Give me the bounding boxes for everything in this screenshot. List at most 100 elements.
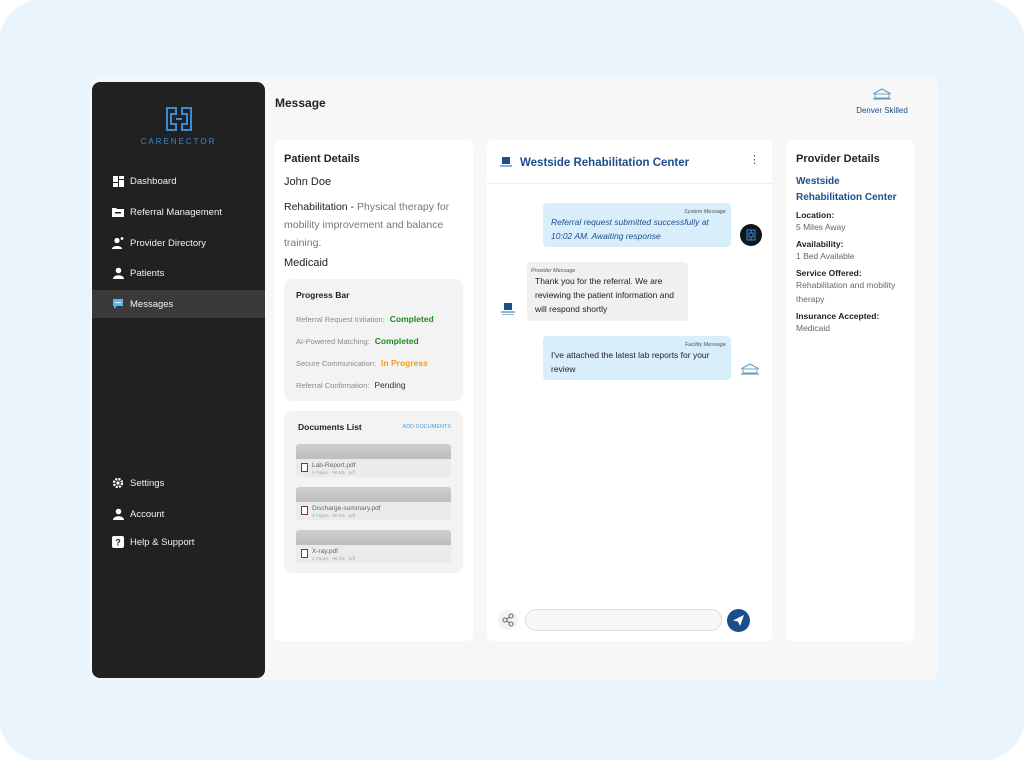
sidebar-item-help-support[interactable]: ? Help & Support: [92, 528, 265, 556]
message-text: Thank you for the referral. We are revie…: [535, 276, 674, 314]
send-icon: [733, 615, 744, 626]
folder-icon: [112, 206, 124, 218]
sidebar-item-label: Dashboard: [130, 175, 177, 187]
sidebar-item-label: Patients: [130, 267, 165, 279]
progress-row: AI-Powered Matching: Completed: [296, 336, 419, 346]
message-tag: System Message: [683, 209, 726, 215]
patient-details-title: Patient Details: [284, 153, 360, 165]
message-tag: Facility Message: [685, 342, 726, 348]
chat-icon: [112, 298, 124, 310]
user-plus-icon: [112, 237, 124, 249]
documents-title: Documents List: [298, 422, 362, 432]
carenector-logo-icon: [746, 229, 756, 241]
share-button[interactable]: [498, 610, 518, 630]
sidebar-item-referral-management[interactable]: Referral Management: [92, 198, 265, 226]
status-badge: In Progress: [381, 358, 428, 368]
sidebar-item-settings[interactable]: Settings: [92, 469, 265, 497]
document-item[interactable]: Lab-Report.pdf 5 Pages · 96 KB · pdf: [296, 444, 451, 477]
document-thumbnail: [296, 487, 451, 502]
pdf-icon: [301, 549, 308, 558]
avatar: [740, 224, 762, 246]
user-name: Denver Skilled: [856, 106, 908, 115]
status-badge: Completed: [389, 314, 434, 324]
document-item[interactable]: X-ray.pdf 2 Pages · 96 KB · pdf: [296, 530, 451, 563]
provider-logo-icon: [500, 157, 512, 167]
page-title: Message: [275, 96, 326, 110]
sidebar-item-label: Provider Directory: [130, 237, 207, 249]
dashboard-icon: [112, 175, 124, 187]
progress-label: Referral Confirmation:: [296, 381, 370, 390]
more-options-icon[interactable]: ⋮: [749, 155, 760, 166]
field-label: Availability:: [796, 239, 844, 249]
gear-icon: [112, 477, 124, 489]
field-value: Rehabilitation and mobility therapy: [796, 280, 896, 304]
progress-card: Progress Bar Referral Request Initiation…: [284, 279, 463, 401]
sidebar: CARENECTOR Dashboard Referral Management…: [92, 82, 265, 678]
pdf-icon: [301, 463, 308, 472]
patient-insurance: Medicaid: [284, 257, 329, 269]
document-meta: 2 Pages · 96 KB · pdf: [312, 556, 356, 561]
progress-row: Referral Request Initiation: Completed: [296, 314, 434, 324]
patient-name: John Doe: [284, 176, 332, 188]
provider-fields: Location: 5 Miles Away Availability: 1 B…: [796, 210, 908, 335]
provider-avatar-icon: [501, 303, 515, 315]
status-badge: Pending: [374, 380, 406, 390]
send-button[interactable]: [727, 609, 750, 632]
sidebar-item-messages[interactable]: Messages: [92, 290, 265, 318]
document-item[interactable]: Discharge-summary.pdf 3 Pages · 80 KB · …: [296, 487, 451, 520]
field-value: Medicaid: [796, 323, 831, 333]
progress-label: Secure Communication:: [296, 359, 377, 368]
add-documents-button[interactable]: ADD DOCUMENTS: [402, 424, 451, 430]
progress-title: Progress Bar: [296, 290, 350, 300]
pdf-icon: [301, 506, 308, 515]
user-icon: [112, 508, 124, 520]
message-input[interactable]: [525, 609, 722, 631]
app-logo[interactable]: CARENECTOR: [92, 106, 265, 146]
user-profile[interactable]: Denver Skilled: [846, 88, 918, 115]
documents-card: Documents List ADD DOCUMENTS Lab-Report.…: [284, 411, 463, 573]
progress-label: AI-Powered Matching:: [296, 337, 370, 346]
field-value: 5 Miles Away: [796, 222, 846, 232]
user-icon: [112, 267, 124, 279]
progress-row: Secure Communication: In Progress: [296, 358, 428, 368]
sidebar-item-provider-directory[interactable]: Provider Directory: [92, 229, 265, 257]
provider-message: Provider Message Thank you for the refer…: [527, 262, 688, 321]
provider-name[interactable]: Westside Rehabilitation Center: [796, 174, 906, 206]
chat-title: Westside Rehabilitation Center: [520, 157, 690, 169]
logo-text: CARENECTOR: [140, 137, 217, 146]
help-icon: ?: [112, 536, 124, 548]
chat-header-divider: [487, 183, 772, 184]
provider-details-title: Provider Details: [796, 153, 880, 165]
document-thumbnail: [296, 444, 451, 459]
field-label: Insurance Accepted:: [796, 311, 880, 321]
progress-row: Referral Confirmation: Pending: [296, 380, 406, 390]
document-meta: 3 Pages · 80 KB · pdf: [312, 513, 356, 518]
facility-logo-icon: [872, 88, 892, 100]
document-name: Discharge-summary.pdf: [312, 505, 381, 512]
sidebar-item-dashboard[interactable]: Dashboard: [92, 167, 265, 195]
sidebar-item-label: Help & Support: [130, 536, 195, 548]
message-tag: Provider Message: [531, 268, 576, 274]
sidebar-item-account[interactable]: Account: [92, 500, 265, 528]
sidebar-item-patients[interactable]: Patients: [92, 259, 265, 287]
document-thumbnail: [296, 530, 451, 545]
share-icon: [502, 613, 514, 627]
sidebar-item-label: Messages: [130, 298, 174, 310]
provider-details-card: Provider Details Westside Rehabilitation…: [786, 140, 914, 641]
message-text: I've attached the latest lab reports for…: [551, 350, 710, 374]
document-meta: 5 Pages · 96 KB · pdf: [312, 470, 356, 475]
facility-message: Facility Message I've attached the lates…: [543, 336, 731, 380]
progress-label: Referral Request Initiation:: [296, 315, 385, 324]
carenector-logo-icon: [165, 107, 192, 131]
document-name: X-ray.pdf: [312, 548, 338, 555]
svg-text:?: ?: [115, 538, 121, 548]
service-name: Rehabilitation: [284, 201, 348, 213]
facility-logo-icon: [740, 363, 760, 375]
sidebar-item-label: Referral Management: [130, 206, 222, 218]
document-name: Lab-Report.pdf: [312, 462, 356, 469]
status-badge: Completed: [374, 336, 419, 346]
field-label: Location:: [796, 210, 835, 220]
chat-panel: Westside Rehabilitation Center ⋮ System …: [487, 140, 772, 641]
patient-service: Rehabilitation - Physical therapy for mo…: [284, 201, 450, 249]
message-text: Referral request submitted successfully …: [551, 217, 709, 241]
